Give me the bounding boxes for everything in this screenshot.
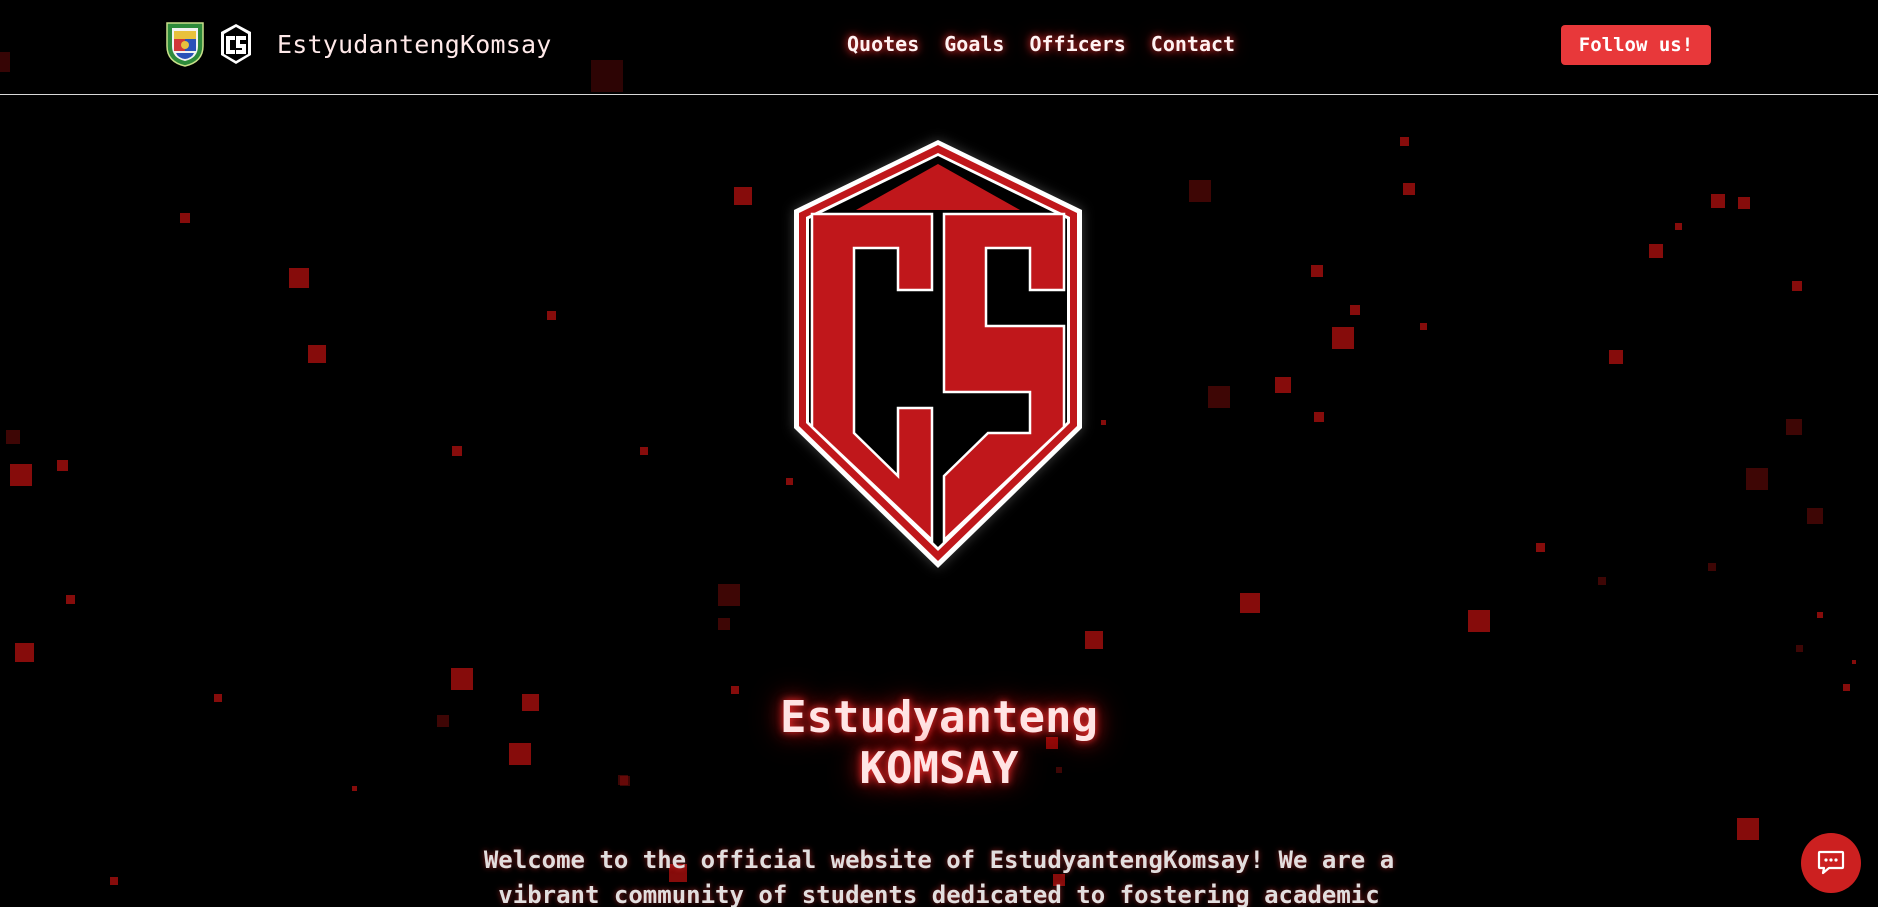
hero-description: Welcome to the official website of Estud…: [483, 846, 1395, 907]
cs-shield-icon: [221, 24, 251, 64]
top-navbar: EstyudantengKomsay Quotes Goals Officers…: [0, 0, 1878, 95]
chat-button[interactable]: [1801, 833, 1861, 893]
nav-officers[interactable]: Officers: [1029, 32, 1125, 56]
site-name: EstyudantengKomsay: [277, 29, 552, 59]
nav-quotes[interactable]: Quotes: [847, 32, 919, 56]
follow-us-button[interactable]: Follow us!: [1561, 25, 1711, 65]
hero-title-line1: Estudyanteng: [780, 692, 1098, 743]
nav-contact[interactable]: Contact: [1151, 32, 1235, 56]
nav-goals[interactable]: Goals: [944, 32, 1004, 56]
school-seal-icon: [166, 22, 204, 67]
main-nav: Quotes Goals Officers Contact: [847, 32, 1235, 56]
cs-hero-logo: [794, 140, 1082, 568]
brand[interactable]: EstyudantengKomsay: [164, 20, 552, 68]
chat-bubble-icon: [1817, 850, 1845, 875]
hero-title-line2: KOMSAY: [859, 743, 1019, 794]
page: EstyudantengKomsay Quotes Goals Officers…: [0, 0, 1878, 907]
hero-title: Estudyanteng KOMSAY: [0, 692, 1878, 794]
